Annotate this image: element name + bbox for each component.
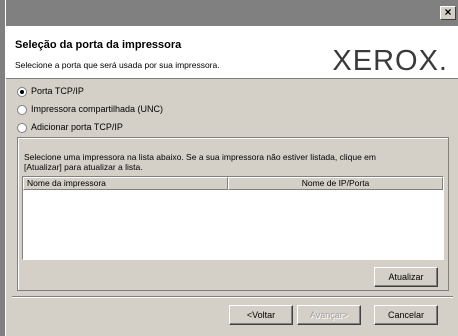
back-button[interactable]: <Voltar xyxy=(229,305,293,325)
column-header-printer-name[interactable]: Nome da impressora xyxy=(23,177,228,190)
radio-button-selected[interactable] xyxy=(17,87,27,97)
page-subtitle: Selecione a porta que será usada por sua… xyxy=(15,60,220,70)
radio-button[interactable] xyxy=(17,123,27,133)
refresh-button[interactable]: Atualizar xyxy=(374,267,438,287)
cancel-button[interactable]: Cancelar xyxy=(374,305,438,325)
close-button[interactable]: × xyxy=(440,6,456,20)
title-bar: × xyxy=(6,0,458,26)
radio-button[interactable] xyxy=(17,105,27,115)
installer-window: × Seleção da porta da impressora Selecio… xyxy=(5,0,458,336)
close-icon: × xyxy=(444,5,452,19)
column-header-ip-port[interactable]: Nome de IP/Porta xyxy=(228,177,443,190)
page-title: Seleção da porta da impressora xyxy=(15,39,182,51)
instruction-line-2: [Atualizar] para atualizar a lista. xyxy=(24,162,143,172)
footer-separator xyxy=(12,296,453,298)
radio-label: Adicionar porta TCP/IP xyxy=(31,122,123,132)
instruction-line-1: Selecione uma impressora na lista abaixo… xyxy=(24,152,376,162)
radio-label: Porta TCP/IP xyxy=(31,86,84,96)
xerox-logo: XEROX. xyxy=(332,45,448,77)
instruction-text: Selecione uma impressora na lista abaixo… xyxy=(24,152,434,172)
wizard-header: Seleção da porta da impressora Selecione… xyxy=(6,26,458,79)
radio-label: Impressora compartilhada (UNC) xyxy=(31,104,164,114)
next-button[interactable]: Avançar> xyxy=(297,305,361,325)
printer-list[interactable]: Nome da impressora Nome de IP/Porta xyxy=(22,176,444,260)
